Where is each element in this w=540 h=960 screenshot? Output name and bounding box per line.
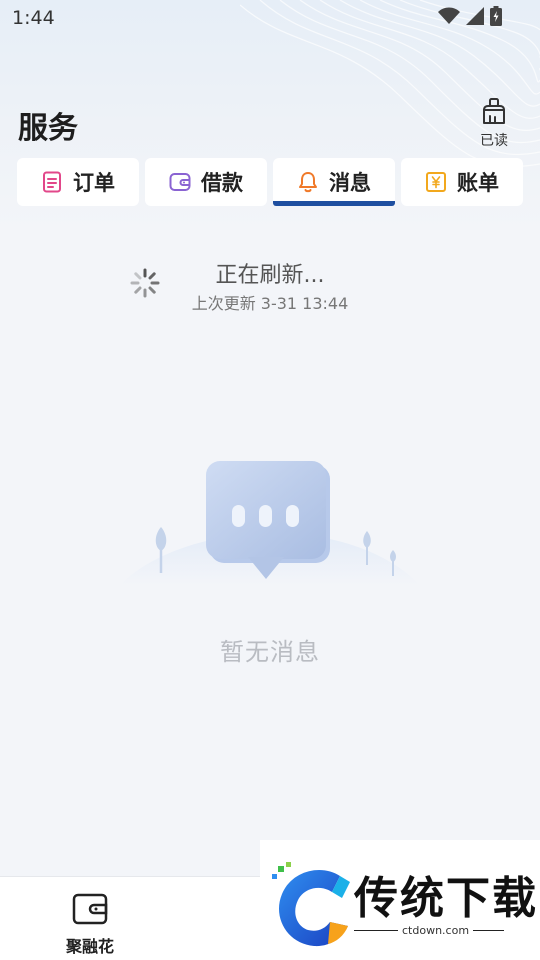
pull-to-refresh: 正在刷新... 上次更新 3-31 13:44 — [0, 255, 540, 315]
last-updated-text: 上次更新 3-31 13:44 — [191, 294, 349, 313]
mark-all-read-label: 已读 — [480, 133, 508, 149]
status-icons — [438, 6, 502, 26]
bell-icon — [299, 172, 317, 193]
nav-item-juronghua[interactable]: 聚融花 — [40, 877, 140, 960]
tab-bills[interactable]: 账单 — [401, 158, 523, 206]
watermark-text: 传统下载 — [354, 873, 538, 924]
tab-loans-label: 借款 — [201, 171, 243, 195]
wallet-icon — [72, 893, 108, 925]
tab-orders-label: 订单 — [73, 171, 115, 195]
tab-messages-label: 消息 — [329, 171, 371, 195]
mark-all-read-button[interactable]: 已读 — [474, 97, 514, 149]
refresh-status-text: 正在刷新... — [215, 263, 325, 288]
status-bar: 1:44 — [0, 0, 540, 36]
ctdown-logo-icon — [272, 862, 350, 947]
tab-orders[interactable]: 订单 — [17, 158, 139, 206]
empty-state-text: 暂无消息 — [220, 638, 320, 666]
service-tabs: 订单 借款 消息 账单 — [17, 158, 523, 206]
yen-bill-icon — [426, 172, 446, 192]
wallet-icon — [169, 173, 191, 191]
broom-icon — [483, 98, 505, 124]
battery-icon — [490, 6, 502, 26]
wifi-icon — [438, 7, 460, 24]
tab-loans[interactable]: 借款 — [145, 158, 267, 206]
status-time: 1:44 — [12, 7, 55, 29]
watermark-overlay: 传统下载 ctdown.com — [260, 840, 540, 960]
empty-message-illustration — [120, 461, 420, 585]
order-doc-icon — [43, 171, 61, 193]
nav-label-juronghua: 聚融花 — [65, 937, 114, 956]
tab-messages[interactable]: 消息 — [273, 158, 395, 206]
watermark-domain: ctdown.com — [398, 924, 474, 937]
tab-bills-label: 账单 — [457, 171, 499, 195]
cellular-signal-icon — [466, 7, 484, 25]
page-title: 服务 — [18, 111, 78, 146]
